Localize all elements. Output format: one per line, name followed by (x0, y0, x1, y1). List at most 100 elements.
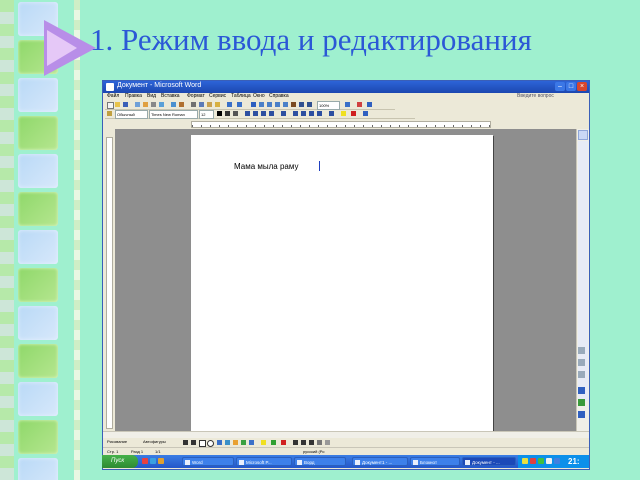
prev-page-icon[interactable] (578, 347, 585, 354)
menu-window[interactable]: Окно (253, 93, 265, 99)
quicklaunch-icon-1[interactable] (142, 458, 148, 464)
document-page[interactable]: Мама мыла раму (191, 135, 493, 431)
toolbar-options-icon[interactable] (367, 102, 372, 107)
task-button[interactable]: Блокнот (410, 457, 460, 466)
columns-icon[interactable] (283, 102, 288, 107)
task-button[interactable]: Microsoft P... (236, 457, 292, 466)
format-painter-icon[interactable] (215, 102, 220, 107)
document-map-icon[interactable] (299, 102, 304, 107)
fill-color-icon[interactable] (261, 440, 266, 445)
task-button[interactable]: Документ1 - ... (352, 457, 408, 466)
insert-table-icon[interactable] (267, 102, 272, 107)
quicklaunch-icon-3[interactable] (158, 458, 164, 464)
shadow-icon[interactable] (317, 440, 322, 445)
window-titlebar[interactable]: Документ - Microsoft Word – □ × (103, 81, 589, 93)
diagram-icon[interactable] (233, 440, 238, 445)
hyperlink-icon[interactable] (251, 102, 256, 107)
numbering-icon[interactable] (293, 111, 298, 116)
task-button-active[interactable]: Документ - ... (462, 457, 516, 466)
oval-icon[interactable] (207, 440, 214, 447)
3d-icon[interactable] (325, 440, 330, 445)
highlight-icon[interactable] (341, 111, 346, 116)
autoshapes-menu[interactable]: Автофигуры (143, 439, 166, 444)
line-color-icon[interactable] (271, 440, 276, 445)
help-search-box[interactable]: Введите вопрос (517, 93, 554, 99)
quicklaunch-icon-2[interactable] (150, 458, 156, 464)
rectangle-icon[interactable] (199, 440, 206, 447)
border-icon[interactable] (329, 111, 334, 116)
insert-picture-icon[interactable] (249, 440, 254, 445)
insert-excel-icon[interactable] (275, 102, 280, 107)
tray-icon-2[interactable] (530, 458, 536, 464)
undo-icon[interactable] (227, 102, 232, 107)
maximize-button[interactable]: □ (566, 82, 576, 91)
menu-help[interactable]: Справка (269, 93, 289, 99)
browse-object-icon[interactable] (578, 359, 585, 366)
clock[interactable]: 21: (568, 455, 580, 468)
align-right-icon[interactable] (261, 111, 266, 116)
menu-tools[interactable]: Сервис (209, 93, 226, 99)
next-page-icon[interactable] (578, 371, 585, 378)
align-left-icon[interactable] (245, 111, 250, 116)
justify-icon[interactable] (269, 111, 274, 116)
copy-icon[interactable] (199, 102, 204, 107)
research-icon[interactable] (179, 102, 184, 107)
arrow-style-icon[interactable] (309, 440, 314, 445)
task-button[interactable]: Word (182, 457, 234, 466)
vertical-ruler[interactable] (105, 129, 113, 429)
cut-icon[interactable] (191, 102, 196, 107)
formatting-options-icon[interactable] (363, 111, 368, 116)
print-preview-icon[interactable] (159, 102, 164, 107)
document-text[interactable]: Мама мыла раму (234, 162, 298, 171)
menu-table[interactable]: Таблица (231, 93, 251, 99)
tray-icon-5[interactable] (554, 458, 560, 464)
line-spacing-icon[interactable] (281, 111, 286, 116)
textbox-icon[interactable] (217, 440, 222, 445)
decrease-indent-icon[interactable] (309, 111, 314, 116)
drawing-icon[interactable] (291, 102, 296, 107)
menu-file[interactable]: Файл (107, 93, 119, 99)
show-hide-icon[interactable] (307, 102, 312, 107)
font-select[interactable]: Times New Roman (149, 110, 198, 119)
tray-icon-3[interactable] (538, 458, 544, 464)
tray-icon-1[interactable] (522, 458, 528, 464)
bold-icon[interactable] (217, 111, 222, 116)
menu-insert[interactable]: Вставка (161, 93, 180, 99)
read-icon[interactable] (357, 102, 362, 107)
bullets-icon[interactable] (301, 111, 306, 116)
print-icon[interactable] (151, 102, 156, 107)
permission-icon[interactable] (135, 102, 140, 107)
styles-pane-icon[interactable] (107, 111, 112, 116)
email-icon[interactable] (143, 102, 148, 107)
drawing-label[interactable]: Рисование (107, 439, 127, 444)
save-icon[interactable] (123, 102, 128, 107)
spelling-icon[interactable] (171, 102, 176, 107)
arrow-icon[interactable] (191, 440, 196, 445)
line-style-icon[interactable] (293, 440, 298, 445)
paste-icon[interactable] (207, 102, 212, 107)
clip-art-icon[interactable] (578, 399, 585, 406)
font-size-select[interactable]: 12 (199, 110, 214, 119)
increase-indent-icon[interactable] (317, 111, 322, 116)
help-icon[interactable] (345, 102, 350, 107)
redo-icon[interactable] (237, 102, 242, 107)
style-select[interactable]: Обычный (115, 110, 148, 119)
insert-clipart-icon[interactable] (241, 440, 246, 445)
menu-edit[interactable]: Правка (125, 93, 142, 99)
start-button[interactable]: Пуск (102, 455, 138, 468)
underline-icon[interactable] (233, 111, 238, 116)
line-icon[interactable] (183, 440, 188, 445)
task-button[interactable]: Ворд (294, 457, 346, 466)
italic-icon[interactable] (225, 111, 230, 116)
new-doc-icon[interactable] (107, 102, 114, 109)
wordart-icon[interactable] (225, 440, 230, 445)
close-button[interactable]: × (577, 82, 587, 91)
open-folder-icon[interactable] (115, 102, 120, 107)
drawing-font-color-icon[interactable] (281, 440, 286, 445)
minimize-button[interactable]: – (555, 82, 565, 91)
scroll-up-button[interactable] (578, 130, 588, 140)
menu-format[interactable]: Формат (187, 93, 205, 99)
align-center-icon[interactable] (253, 111, 258, 116)
dash-style-icon[interactable] (301, 440, 306, 445)
horizontal-ruler[interactable] (103, 120, 589, 128)
